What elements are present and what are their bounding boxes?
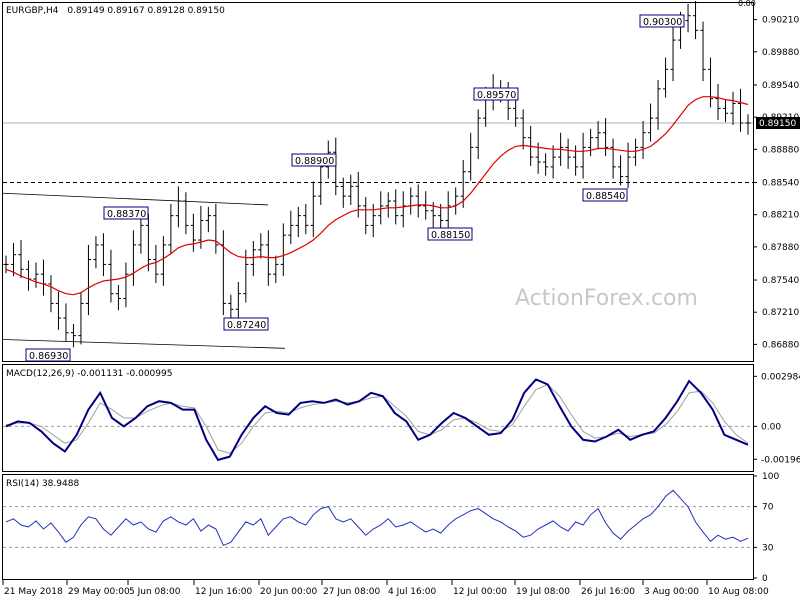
annotation-label: 0.88540 (586, 191, 625, 202)
x-axis-tick-label: 4 Jul 16:00 (388, 587, 437, 597)
macd-y-tick-label: -0.00196 (761, 455, 800, 465)
x-axis-tick-label: 10 Aug 08:00 (708, 587, 769, 597)
macd-series-layer (3, 378, 753, 462)
x-axis-tick-label: 5 Jun 08:00 (129, 587, 181, 597)
x-axis-tick-label: 21 May 2018 (4, 587, 63, 597)
price-y-tick-label: 0.86880 (762, 340, 799, 350)
x-axis-tick-label: 20 Jun 00:00 (260, 587, 317, 597)
price-y-tick-label: 0.88210 (762, 211, 799, 221)
price-y-tick-label: 0.87210 (762, 308, 799, 318)
lower-trendline (2, 339, 286, 349)
price-y-tick-label: 0.90210 (762, 16, 799, 26)
x-axis-tick-label: 29 May 00:00 (68, 587, 130, 597)
macd-panel-frame (2, 364, 754, 472)
price-y-tick-label: 0.89540 (762, 81, 799, 91)
symbol-label: EURGBP,H4 0.89149 0.89167 0.89128 0.8915… (6, 6, 225, 16)
macd-main-line (5, 378, 749, 462)
current-price-tag-label: 0.89150 (759, 119, 796, 129)
annotation-label: 0.88900 (295, 156, 334, 167)
x-axis-tick-label: 3 Aug 00:00 (644, 587, 699, 597)
x-axis-tick-label: 26 Jul 16:00 (581, 587, 635, 597)
annotation-label: 0.86930 (29, 351, 68, 362)
annotation-label: 0.89570 (477, 90, 516, 101)
rsi-y-tick-label: 100 (762, 472, 779, 482)
price-y-tick-label: 0.87540 (762, 276, 799, 286)
chart-canvas: ActionForex.com EURGBP,H4 0.89149 0.8916… (2, 0, 800, 597)
price-y-tick-label: 0.88880 (762, 145, 799, 155)
x-axis-tick-label: 27 Jun 08:00 (323, 587, 380, 597)
price-y-tick-label: 0.87880 (762, 243, 799, 253)
annotation-label: 0.90300 (643, 17, 682, 28)
price-y-tick-label: 0.89880 (762, 48, 799, 58)
symbol-text: EURGBP,H4 (6, 6, 59, 16)
macd-title: MACD(12,26,9) -0.001131 -0.000995 (6, 369, 172, 379)
chart-window: ActionForex.com EURGBP,H4 0.89149 0.8916… (0, 0, 800, 600)
ohlc-text: 0.89149 0.89167 0.89128 0.89150 (67, 6, 225, 16)
macd-y-tick-label: 0.002984 (761, 372, 800, 382)
rsi-y-tick-label: 30 (762, 543, 774, 553)
watermark: ActionForex.com (515, 286, 698, 311)
price-guides (3, 122, 753, 183)
annotation-label: 0.88370 (107, 209, 146, 220)
top-right-corner-label: 0.00 (738, 0, 756, 8)
price-y-tick-label: 0.88540 (762, 178, 799, 188)
rsi-series-layer (3, 489, 753, 548)
x-axis-tick-label: 19 Jul 08:00 (516, 587, 570, 597)
upper-trendline (2, 192, 269, 206)
x-axis-tick-label: 12 Jul 00:00 (453, 587, 507, 597)
rsi-line (5, 489, 749, 547)
moving-average-line (5, 96, 749, 296)
rsi-y-tick-label: 70 (762, 503, 774, 513)
rsi-title: RSI(14) 38.9488 (6, 479, 79, 489)
annotation-label: 0.88150 (431, 230, 470, 241)
macd-y-tick-label: 0.00 (761, 422, 781, 432)
x-axis-tick-label: 12 Jun 16:00 (195, 587, 252, 597)
rsi-y-tick-label: 0 (762, 574, 768, 584)
annotation-label: 0.87240 (227, 320, 266, 331)
